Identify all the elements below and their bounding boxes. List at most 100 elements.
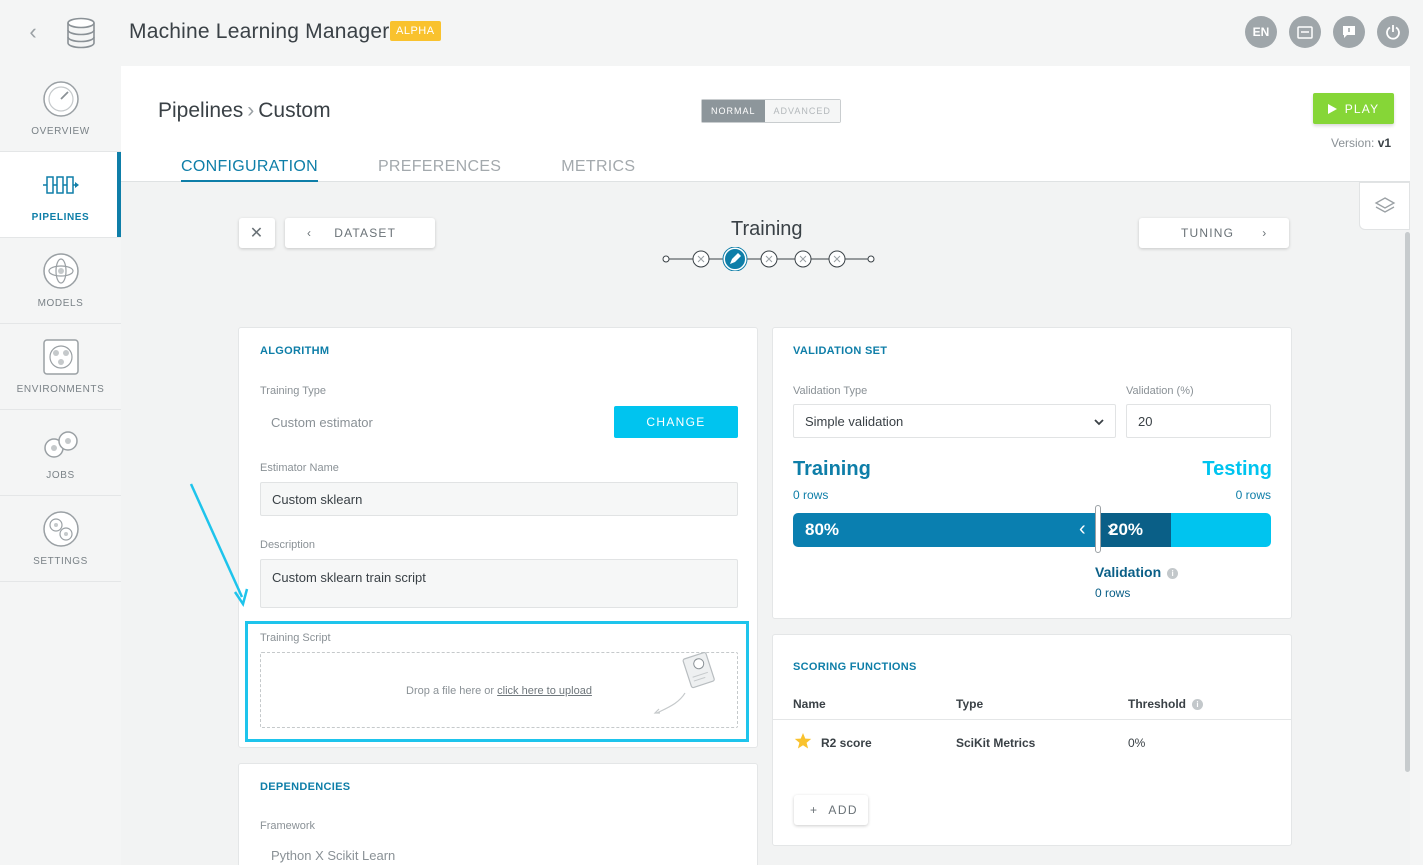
breadcrumb-pipelines[interactable]: Pipelines xyxy=(158,99,243,122)
column-header-threshold: Threshold i xyxy=(1128,697,1204,711)
settings-icon xyxy=(42,511,79,547)
app-title: Machine Learning Manager xyxy=(129,20,390,43)
chevron-down-icon xyxy=(1094,419,1104,426)
scrollbar[interactable] xyxy=(1405,232,1410,772)
database-icon xyxy=(67,17,95,49)
training-script-highlight xyxy=(245,621,749,742)
scoring-name: R2 score xyxy=(821,736,872,750)
split-training-segment: 80% xyxy=(793,513,1099,547)
validation-type-value: Simple validation xyxy=(805,413,904,429)
chevron-right-icon: › xyxy=(1262,226,1268,240)
version-value: v1 xyxy=(1377,136,1392,150)
sidebar-item-jobs[interactable]: JOBS xyxy=(0,410,121,496)
scoring-type: SciKit Metrics xyxy=(956,736,1036,750)
breadcrumb-current: Custom xyxy=(258,99,331,122)
training-type-value: Custom estimator xyxy=(271,415,373,430)
next-step-label: TUNING xyxy=(1181,226,1235,240)
version-info: Version: v1 xyxy=(1331,136,1391,150)
threshold-header-text: Threshold xyxy=(1128,697,1187,711)
split-handle[interactable] xyxy=(1095,505,1101,553)
algorithm-title: ALGORITHM xyxy=(260,345,330,357)
tab-configuration[interactable]: CONFIGURATION xyxy=(181,158,318,182)
sidebar-item-environments[interactable]: ENVIRONMENTS xyxy=(0,324,121,410)
add-scoring-button[interactable]: + ADD xyxy=(794,795,868,825)
top-bar: ‹ Machine Learning Manager ALPHA EN xyxy=(0,0,1423,66)
info-icon[interactable]: i xyxy=(1167,567,1179,579)
callout-arrow xyxy=(189,483,249,607)
sidebar-item-models[interactable]: MODELS xyxy=(0,238,121,324)
language-button[interactable]: EN xyxy=(1245,16,1277,48)
sidebar-item-settings[interactable]: SETTINGS xyxy=(0,496,121,582)
sidebar-item-pipelines[interactable]: PIPELINES xyxy=(0,152,121,238)
change-button[interactable]: CHANGE xyxy=(614,406,738,438)
split-handle-right-chevron: › xyxy=(1107,518,1114,540)
sidebar-item-overview[interactable]: OVERVIEW xyxy=(0,66,121,152)
plus-icon: + xyxy=(810,803,819,817)
training-heading: Training xyxy=(793,458,871,480)
step-dot-3[interactable] xyxy=(760,250,778,268)
column-header-name: Name xyxy=(793,697,826,711)
validation-rows: 0 rows xyxy=(1095,586,1131,600)
info-icon[interactable]: i xyxy=(1192,699,1204,711)
mode-advanced-button[interactable]: ADVANCED xyxy=(764,100,840,122)
tab-metrics[interactable]: METRICS xyxy=(561,158,635,182)
estimator-name-label: Estimator Name xyxy=(260,462,339,474)
split-bar: 80% 20% xyxy=(793,513,1271,547)
add-label: ADD xyxy=(828,803,858,817)
step-dot-5[interactable] xyxy=(828,250,846,268)
framework-label: Framework xyxy=(260,820,316,832)
training-rows: 0 rows xyxy=(793,488,829,502)
play-icon xyxy=(1327,103,1337,114)
training-type-label: Training Type xyxy=(260,385,327,397)
table-row[interactable]: R2 score SciKit Metrics 0% xyxy=(773,720,1291,766)
step-progress xyxy=(662,247,875,271)
split-handle-left-chevron: ‹ xyxy=(1079,518,1086,540)
sidebar-item-label: JOBS xyxy=(46,470,75,481)
main-header: Pipelines › Custom NORMAL ADVANCED PLAY Ve… xyxy=(121,66,1410,182)
previous-step-label: DATASET xyxy=(334,226,397,240)
validation-type-select[interactable]: Simple validation xyxy=(793,404,1116,438)
layers-button[interactable] xyxy=(1359,182,1410,230)
validation-percent: 20% xyxy=(1109,520,1144,539)
feedback-icon[interactable] xyxy=(1333,16,1365,48)
star-icon[interactable] xyxy=(794,732,812,750)
testing-rows: 0 rows xyxy=(1235,488,1271,502)
description-textarea[interactable]: Custom sklearn train script xyxy=(260,559,738,608)
step-title: Training xyxy=(731,218,803,240)
back-icon[interactable]: ‹ xyxy=(22,20,44,44)
validation-type-label: Validation Type xyxy=(793,385,868,397)
sidebar-item-label: SETTINGS xyxy=(33,556,88,567)
close-button[interactable]: ✕ xyxy=(239,218,275,248)
calendar-icon[interactable] xyxy=(1289,16,1321,48)
validation-heading-text: Validation xyxy=(1095,564,1162,580)
play-button[interactable]: PLAY xyxy=(1313,93,1394,124)
previous-step-button[interactable]: ‹ DATASET xyxy=(285,218,435,248)
close-icon: ✕ xyxy=(249,225,265,242)
validation-percent-input[interactable]: 20 xyxy=(1126,404,1271,438)
breadcrumb: Pipelines › Custom xyxy=(158,99,331,123)
step-dot-current[interactable] xyxy=(722,247,748,271)
sidebar-item-label: ENVIRONMENTS xyxy=(16,384,105,395)
sidebar: OVERVIEW PIPELINES MODELS ENVIRONMENTS J… xyxy=(0,66,121,584)
layers-icon xyxy=(1374,197,1395,213)
column-header-type: Type xyxy=(956,697,984,711)
testing-heading: Testing xyxy=(1202,458,1272,480)
step-dot-1[interactable] xyxy=(692,250,710,268)
environment-icon xyxy=(42,339,79,375)
chevron-left-icon: ‹ xyxy=(307,226,313,240)
sidebar-item-label: PIPELINES xyxy=(31,212,90,223)
power-icon[interactable] xyxy=(1377,16,1409,48)
tab-bar: CONFIGURATION PREFERENCES METRICS xyxy=(181,158,635,182)
sidebar-item-label: MODELS xyxy=(37,298,84,309)
estimator-name-input[interactable]: Custom sklearn xyxy=(260,482,738,516)
scoring-functions-card: SCORING FUNCTIONS Name Type Threshold i R… xyxy=(772,634,1292,846)
next-step-button[interactable]: TUNING › xyxy=(1139,218,1289,248)
framework-value[interactable]: Python X Scikit Learn xyxy=(271,848,395,863)
play-button-label: PLAY xyxy=(1344,101,1380,116)
tab-preferences[interactable]: PREFERENCES xyxy=(378,158,501,182)
mode-normal-button[interactable]: NORMAL xyxy=(702,100,765,122)
scoring-threshold: 0% xyxy=(1128,736,1146,750)
step-dot-4[interactable] xyxy=(794,250,812,268)
dependencies-title: DEPENDENCIES xyxy=(260,781,351,793)
validation-set-card: VALIDATION SET Validation Type Simple va… xyxy=(772,327,1292,619)
